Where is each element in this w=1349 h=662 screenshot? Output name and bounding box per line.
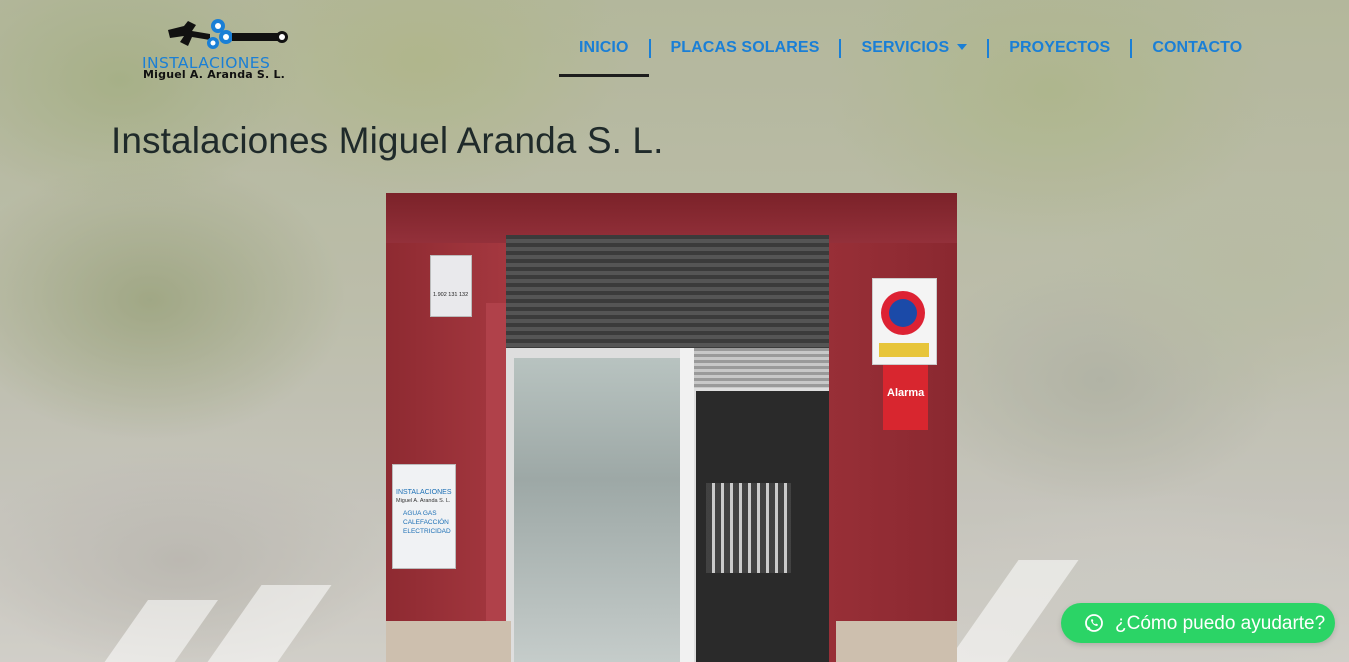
page-title: Instalaciones Miguel Aranda S. L. [111,120,664,161]
license-plate [879,343,929,357]
alarm-sign: Alarma [883,365,928,430]
nav-label: CONTACTO [1152,39,1243,56]
no-parking-sign [872,278,937,365]
window-blinds [694,348,829,388]
frosted-glass [514,358,680,662]
shelf-binders [706,483,791,573]
nav-item-servicios[interactable]: SERVICIOS [841,30,987,74]
nav-item-proyectos[interactable]: PROYECTOS [989,30,1130,74]
company-sign-subtitle: Miguel A. Aranda S. L. [396,498,451,504]
wrench-gears-icon [168,19,288,49]
whatsapp-chat-label: ¿Cómo puedo ayudarte? [1115,613,1326,634]
nav-item-inicio[interactable]: INICIO [559,30,649,77]
logo[interactable]: INSTALACIONES Miguel A. Aranda S. L. [140,16,292,86]
tile-base [836,621,957,662]
main-nav: INICIO PLACAS SOLARES SERVICIOS PROYECTO… [559,30,1262,77]
nav-item-placas-solares[interactable]: PLACAS SOLARES [651,30,840,74]
site-header: INSTALACIONES Miguel A. Aranda S. L. INI… [0,0,1349,100]
whatsapp-chat-button[interactable]: ¿Cómo puedo ayudarte? [1061,603,1335,643]
nav-label: INICIO [579,39,629,56]
door-bar [680,348,694,662]
storefront-photo: 1.902 131 132 INSTALACIONES Miguel A. Ar… [386,193,957,662]
phone-sign-text: 1.902 131 132 [433,292,469,298]
chevron-down-icon[interactable] [957,44,968,50]
company-sign-title: INSTALACIONES [396,489,452,496]
nav-label: SERVICIOS [861,39,950,56]
company-sign: INSTALACIONES Miguel A. Aranda S. L. AGU… [392,464,456,569]
tile-base [386,621,511,662]
phone-sign: 1.902 131 132 [430,255,472,317]
logo-subtitle: Miguel A. Aranda S. L. [143,68,286,81]
whatsapp-icon [1085,614,1103,632]
no-parking-icon [881,291,925,335]
nav-label: PROYECTOS [1009,39,1111,56]
company-sign-services: AGUA GAS CALEFACCIÓN ELECTRICIDAD [403,510,451,535]
rolling-shutter [506,235,829,353]
nav-label: PLACAS SOLARES [670,39,820,56]
alarm-sign-text: Alarma [887,387,925,399]
nav-item-contacto[interactable]: CONTACTO [1132,30,1262,74]
